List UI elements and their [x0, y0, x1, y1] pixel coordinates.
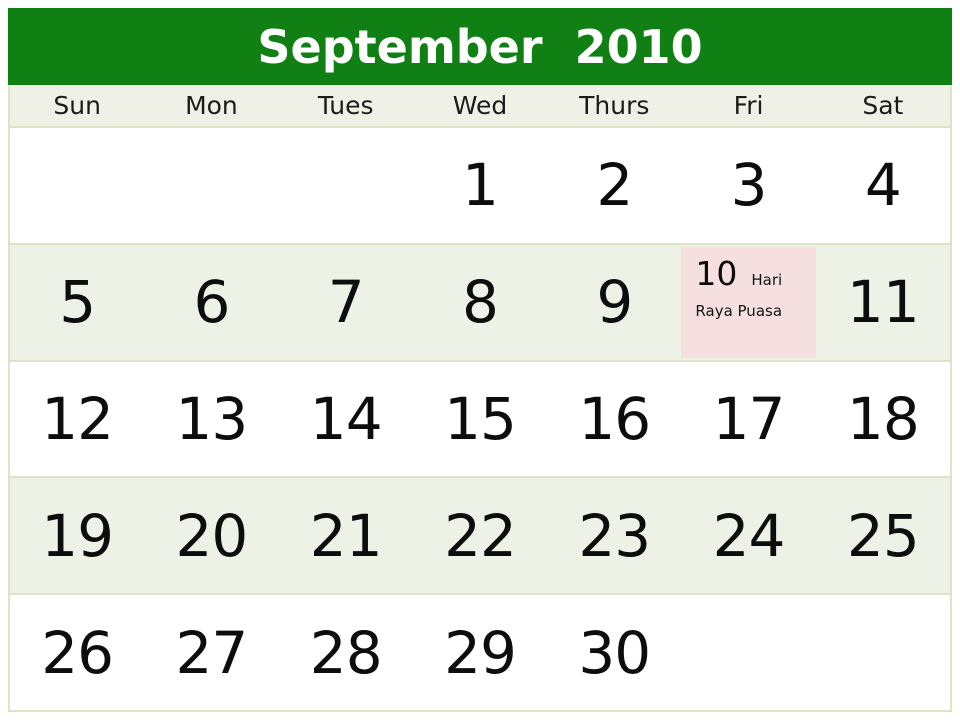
- calendar-day-cell[interactable]: 11: [816, 245, 950, 360]
- calendar-day-cell[interactable]: 14: [279, 362, 413, 477]
- day-number: 4: [864, 151, 902, 220]
- day-header-label: Sun: [53, 91, 101, 120]
- calendar-day-cell[interactable]: 23: [547, 478, 681, 593]
- day-number: 22: [444, 501, 517, 570]
- day-number: 20: [175, 501, 249, 570]
- day-number: 10: [695, 253, 738, 293]
- calendar: September 2010 Sun Mon Tues Wed Thurs Fri Sat …: [8, 8, 952, 712]
- day-number: 12: [41, 384, 114, 453]
- day-number: 25: [846, 501, 920, 570]
- calendar-day-cell[interactable]: 17: [681, 362, 815, 477]
- calendar-day-cell[interactable]: 5: [10, 245, 144, 360]
- day-number: 19: [41, 501, 114, 570]
- calendar-day-cell[interactable]: 6: [144, 245, 278, 360]
- calendar-grid: Sun Mon Tues Wed Thurs Fri Sat 1 2 3 4 5 6 7 8 9 10 Hari…: [8, 85, 952, 712]
- day-number: 2: [596, 151, 633, 220]
- day-number: 5: [59, 268, 96, 337]
- calendar-day-cell[interactable]: 27: [144, 595, 278, 710]
- event-label-line1: Hari: [751, 270, 783, 289]
- calendar-day-cell-empty: [279, 128, 413, 243]
- day-number: 16: [578, 384, 651, 453]
- day-number: 21: [309, 501, 383, 570]
- day-number: 17: [712, 384, 786, 453]
- calendar-day-cell[interactable]: 29: [413, 595, 547, 710]
- calendar-week-row: 5 6 7 8 9 10 Hari Raya Puasa 11: [10, 244, 950, 362]
- day-number: 27: [175, 618, 249, 687]
- calendar-day-cell[interactable]: 16: [547, 362, 681, 477]
- calendar-day-cell[interactable]: 22: [413, 478, 547, 593]
- day-number: 26: [41, 618, 114, 687]
- day-header-tues: Tues: [279, 85, 413, 126]
- calendar-day-cell[interactable]: 30: [547, 595, 681, 710]
- day-number: 30: [578, 618, 651, 687]
- day-header-label: Tues: [317, 91, 374, 120]
- calendar-day-cell[interactable]: 25: [816, 478, 950, 593]
- day-number: 3: [730, 151, 768, 220]
- day-header-label: Thurs: [579, 91, 650, 120]
- day-number: 9: [596, 268, 633, 337]
- calendar-day-cell[interactable]: 21: [279, 478, 413, 593]
- day-number: 6: [193, 268, 230, 337]
- calendar-day-cell[interactable]: 3: [681, 128, 815, 243]
- day-of-week-header-row: Sun Mon Tues Wed Thurs Fri Sat: [10, 85, 950, 128]
- event-label-line2: Raya Puasa: [695, 302, 783, 321]
- calendar-title-bar: September 2010: [8, 8, 952, 85]
- day-header-label: Mon: [185, 91, 238, 120]
- holiday-first-line: 10 Hari: [695, 253, 803, 293]
- calendar-day-cell-empty: [816, 595, 950, 710]
- day-number: 28: [309, 618, 383, 687]
- day-header-sun: Sun: [10, 85, 144, 126]
- day-number: 11: [846, 268, 920, 337]
- day-number: 23: [578, 501, 651, 570]
- calendar-day-cell-empty: [144, 128, 278, 243]
- calendar-week-row: 19 20 21 22 23 24 25: [10, 478, 950, 596]
- calendar-day-cell[interactable]: 7: [279, 245, 413, 360]
- calendar-day-cell[interactable]: 18: [816, 362, 950, 477]
- calendar-day-cell[interactable]: 15: [413, 362, 547, 477]
- calendar-day-cell-holiday[interactable]: 10 Hari Raya Puasa: [681, 245, 816, 360]
- calendar-day-cell[interactable]: 20: [144, 478, 278, 593]
- day-number: 18: [846, 384, 920, 453]
- day-number: 8: [462, 268, 499, 337]
- day-header-label: Wed: [452, 91, 508, 120]
- calendar-day-cell[interactable]: 4: [816, 128, 950, 243]
- day-header-fri: Fri: [681, 85, 815, 126]
- calendar-day-cell[interactable]: 19: [10, 478, 144, 593]
- holiday-content: 10 Hari Raya Puasa: [681, 247, 815, 358]
- day-number: 1: [462, 151, 499, 220]
- day-number: 14: [309, 384, 383, 453]
- calendar-day-cell[interactable]: 1: [413, 128, 547, 243]
- calendar-week-row: 1 2 3 4: [10, 128, 950, 245]
- calendar-day-cell[interactable]: 28: [279, 595, 413, 710]
- calendar-day-cell[interactable]: 8: [413, 245, 547, 360]
- calendar-day-cell[interactable]: 13: [144, 362, 278, 477]
- calendar-day-cell[interactable]: 12: [10, 362, 144, 477]
- day-number: 13: [175, 384, 249, 453]
- holiday-highlight: 10 Hari Raya Puasa: [681, 246, 816, 358]
- day-header-label: Fri: [733, 91, 764, 120]
- day-number: 15: [444, 384, 517, 453]
- calendar-day-cell[interactable]: 24: [681, 478, 815, 593]
- day-header-label: Sat: [862, 91, 904, 120]
- calendar-day-cell[interactable]: 26: [10, 595, 144, 710]
- day-number: 29: [444, 618, 517, 687]
- day-header-wed: Wed: [413, 85, 547, 126]
- day-header-sat: Sat: [816, 85, 950, 126]
- page-title: September 2010: [257, 19, 703, 74]
- calendar-weeks: 1 2 3 4 5 6 7 8 9 10 Hari Raya Puasa 11 12 13 14 15 16 17 1…: [10, 128, 950, 710]
- calendar-day-cell[interactable]: 9: [547, 245, 681, 360]
- day-number: 7: [327, 268, 365, 337]
- calendar-day-cell-empty: [10, 128, 144, 243]
- day-header-mon: Mon: [144, 85, 278, 126]
- calendar-week-row: 12 13 14 15 16 17 18: [10, 361, 950, 479]
- calendar-day-cell-empty: [681, 595, 815, 710]
- calendar-week-row: 26 27 28 29 30: [10, 595, 950, 710]
- day-header-thurs: Thurs: [547, 85, 681, 126]
- calendar-day-cell[interactable]: 2: [547, 128, 681, 243]
- day-number: 24: [712, 501, 786, 570]
